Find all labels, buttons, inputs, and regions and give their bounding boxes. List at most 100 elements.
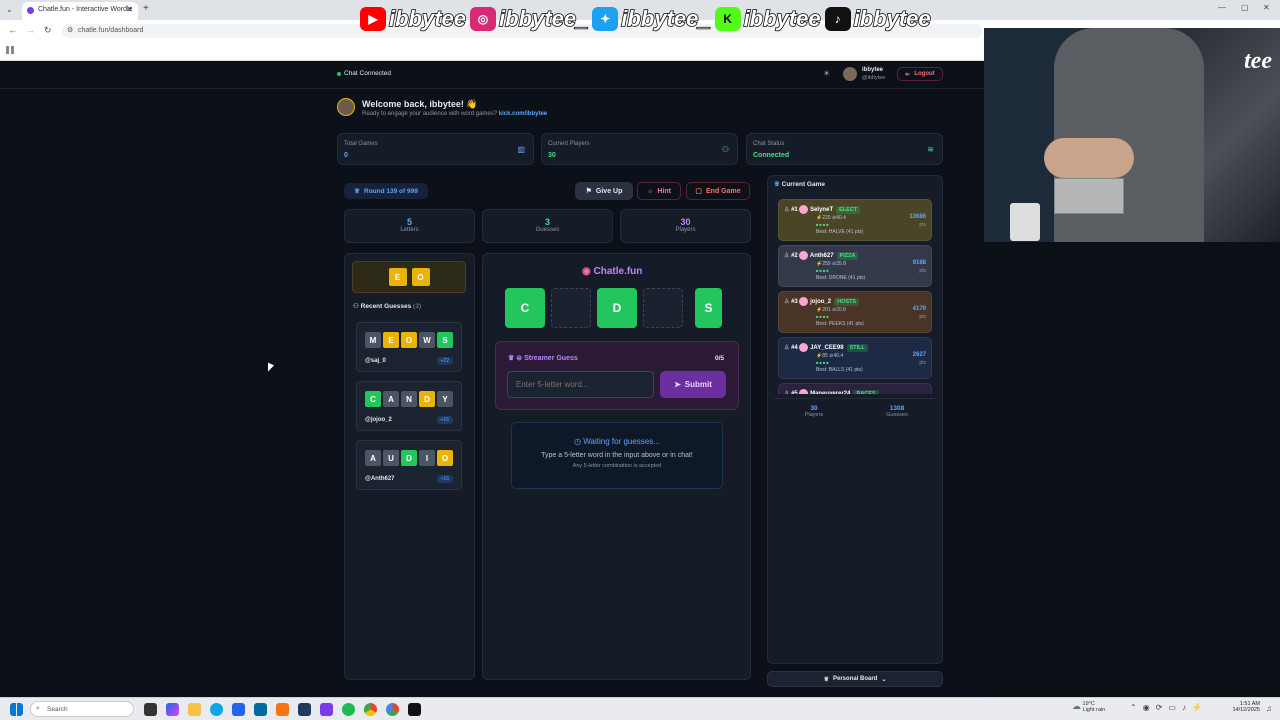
word-input[interactable] <box>507 371 654 398</box>
round-badge: ♕ Round 139 of 999 <box>344 183 428 199</box>
browser-tab[interactable]: Chatle.fun - Interactive Wordle ✕ <box>22 2 138 20</box>
task-view-icon[interactable] <box>144 703 157 716</box>
close-window-icon[interactable]: ✕ <box>1263 3 1270 12</box>
last-word-tag: PIZZA <box>836 252 859 261</box>
flag-icon: ⚑ <box>585 188 592 195</box>
forward-icon[interactable]: → <box>26 25 35 35</box>
guess-letter-tile: D <box>419 391 435 407</box>
stat-label: Current Players <box>548 141 590 147</box>
player-stats: ⚡201 ⊘20.8 <box>816 307 846 313</box>
apps-grid-icon[interactable] <box>6 46 14 54</box>
logout-button[interactable]: ⇤ Logout <box>897 67 943 81</box>
player-name: Anth627 <box>809 253 834 260</box>
lightbulb-icon: ☼ <box>646 187 654 195</box>
logout-label: Logout <box>914 71 935 77</box>
welcome-avatar <box>337 98 355 116</box>
guess-letter-tile: W <box>419 332 435 348</box>
waiting-title: ◷ Waiting for guesses... <box>512 437 722 446</box>
taskbar-search[interactable]: ⌕ Search <box>30 701 134 717</box>
steam-icon[interactable] <box>298 703 311 716</box>
end-game-button[interactable]: ▢ End Game <box>686 182 750 200</box>
theme-toggle-icon[interactable]: ☀ <box>823 69 830 78</box>
spotify-icon[interactable] <box>342 703 355 716</box>
stat-card-total-games: Total Games 0 ▥ <box>337 133 534 165</box>
maximize-icon[interactable]: ▢ <box>1241 3 1249 12</box>
outlook-icon[interactable] <box>254 703 267 716</box>
notification-icon[interactable]: ♫ <box>1266 704 1272 713</box>
give-up-button[interactable]: ⚑ Give Up <box>575 182 633 200</box>
user-name: ibbytee <box>862 67 884 73</box>
chrome-icon[interactable] <box>364 703 377 716</box>
counter-letters: 5 Letters <box>344 209 475 243</box>
reload-icon[interactable]: ↻ <box>44 25 52 36</box>
file-explorer-icon[interactable] <box>188 703 201 716</box>
instagram-icon: ◎ <box>470 7 497 31</box>
player-avatar <box>799 343 809 352</box>
guess-points-badge: +22 <box>436 357 453 365</box>
personal-board-toggle[interactable]: ♕ Personal Board ⌄ <box>767 671 943 687</box>
guess-letter-tile: D <box>401 450 417 466</box>
leaderboard-entry[interactable]: ♙ #4 JAY_CEE98 STILL ⚡85 ⊘40.4 ■■■■ Best: BA… <box>778 337 932 379</box>
submit-button[interactable]: ➤ Submit <box>660 371 726 398</box>
new-tab-button[interactable]: + <box>143 3 149 14</box>
minimize-icon[interactable]: — <box>1218 3 1226 12</box>
points-unit: pts <box>919 268 926 274</box>
site-info-icon[interactable]: ⚙ <box>67 26 73 34</box>
kick-icon: K <box>714 7 741 31</box>
player-name: SelyneT <box>810 207 834 214</box>
brave-icon[interactable] <box>276 703 289 716</box>
social-handle: ibbytee_ <box>498 5 589 32</box>
search-icon: ⌕ <box>36 705 40 712</box>
waiting-title-text: Waiting for guesses... <box>583 437 660 446</box>
tray-icons[interactable]: ⌃◉⟳▭♪⚡ <box>1130 703 1208 712</box>
end-game-label: End Game <box>706 187 741 195</box>
streamer-guess-title: Streamer Guess <box>524 355 578 362</box>
leaderboard-entry[interactable]: ♙ #5 Maneuverer24RACES <box>778 383 932 394</box>
chat-status-text: Chat Connected <box>344 70 391 77</box>
guess-letter-tile: M <box>365 332 381 348</box>
points-unit: pts <box>919 314 926 320</box>
guess-letter-tile: O <box>401 332 417 348</box>
chrome-alt-icon[interactable] <box>386 703 399 716</box>
webcam-arm <box>1044 138 1134 178</box>
guesses-label: Guesses <box>886 412 908 418</box>
guess-letters: AUDIO <box>365 450 453 466</box>
leaderboard-entry[interactable]: ♙ #1 SelyneT ELECT ⚡220 ⊘40.4 ■■■■ Best: HAL… <box>778 199 932 241</box>
store-icon[interactable] <box>232 703 245 716</box>
hint-button[interactable]: ☼ Hint <box>637 182 681 200</box>
star-rating: ■■■■ <box>816 268 830 273</box>
player-points: 4179 <box>912 306 926 312</box>
points-unit: pts <box>919 222 926 228</box>
app-icon[interactable] <box>320 703 333 716</box>
tab-close-icon[interactable]: ✕ <box>126 5 133 14</box>
leaderboard-entry[interactable]: ♙ #2 Anth627 PIZZA ⚡259 ⊘35.8 ■■■■ Best: DRO… <box>778 245 932 287</box>
streamer-guess-header: ♛ ⊜ Streamer Guess <box>508 354 578 362</box>
avatar <box>843 67 857 81</box>
back-icon[interactable]: ← <box>8 25 17 35</box>
leaderboard-entry[interactable]: ♙ #3 jojoo_2 HOSTS ⚡201 ⊘20.8 ■■■■ Best: PEE… <box>778 291 932 333</box>
players-summary: 30 Players <box>794 405 834 418</box>
player-points: 9168 <box>912 260 926 266</box>
clock[interactable]: 1:51 AM 14/12/2025 <box>1232 701 1260 713</box>
guesses-value: 1308 <box>889 405 905 412</box>
guess-letter-tile: E <box>383 332 399 348</box>
logout-icon: ⇤ <box>905 71 911 78</box>
kick-link[interactable]: kick.com/ibbytee <box>499 111 547 117</box>
rank: #4 <box>791 345 798 352</box>
copilot-icon[interactable] <box>166 703 179 716</box>
chart-icon: ▥ <box>517 145 525 154</box>
current-game-header: ♕ Current Game <box>774 180 825 188</box>
trophy-icon: ♕ <box>774 181 780 188</box>
waiting-box: ◷ Waiting for guesses... Type a 5-letter… <box>511 422 723 489</box>
edge-icon[interactable] <box>210 703 223 716</box>
terminal-icon[interactable] <box>408 703 421 716</box>
header-divider <box>0 88 984 89</box>
rank: #2 <box>791 253 798 260</box>
windows-start-icon[interactable] <box>10 703 23 716</box>
tab-menu-icon[interactable]: ⌄ <box>6 5 13 14</box>
medal-icon: ♙ <box>784 207 790 214</box>
submit-label: Submit <box>684 380 712 389</box>
webcam-overlay: tee <box>984 28 1280 242</box>
brand-logo-icon: ◉ <box>582 266 591 277</box>
weather-widget[interactable]: ☁ 19°C Light rain <box>1072 701 1105 713</box>
